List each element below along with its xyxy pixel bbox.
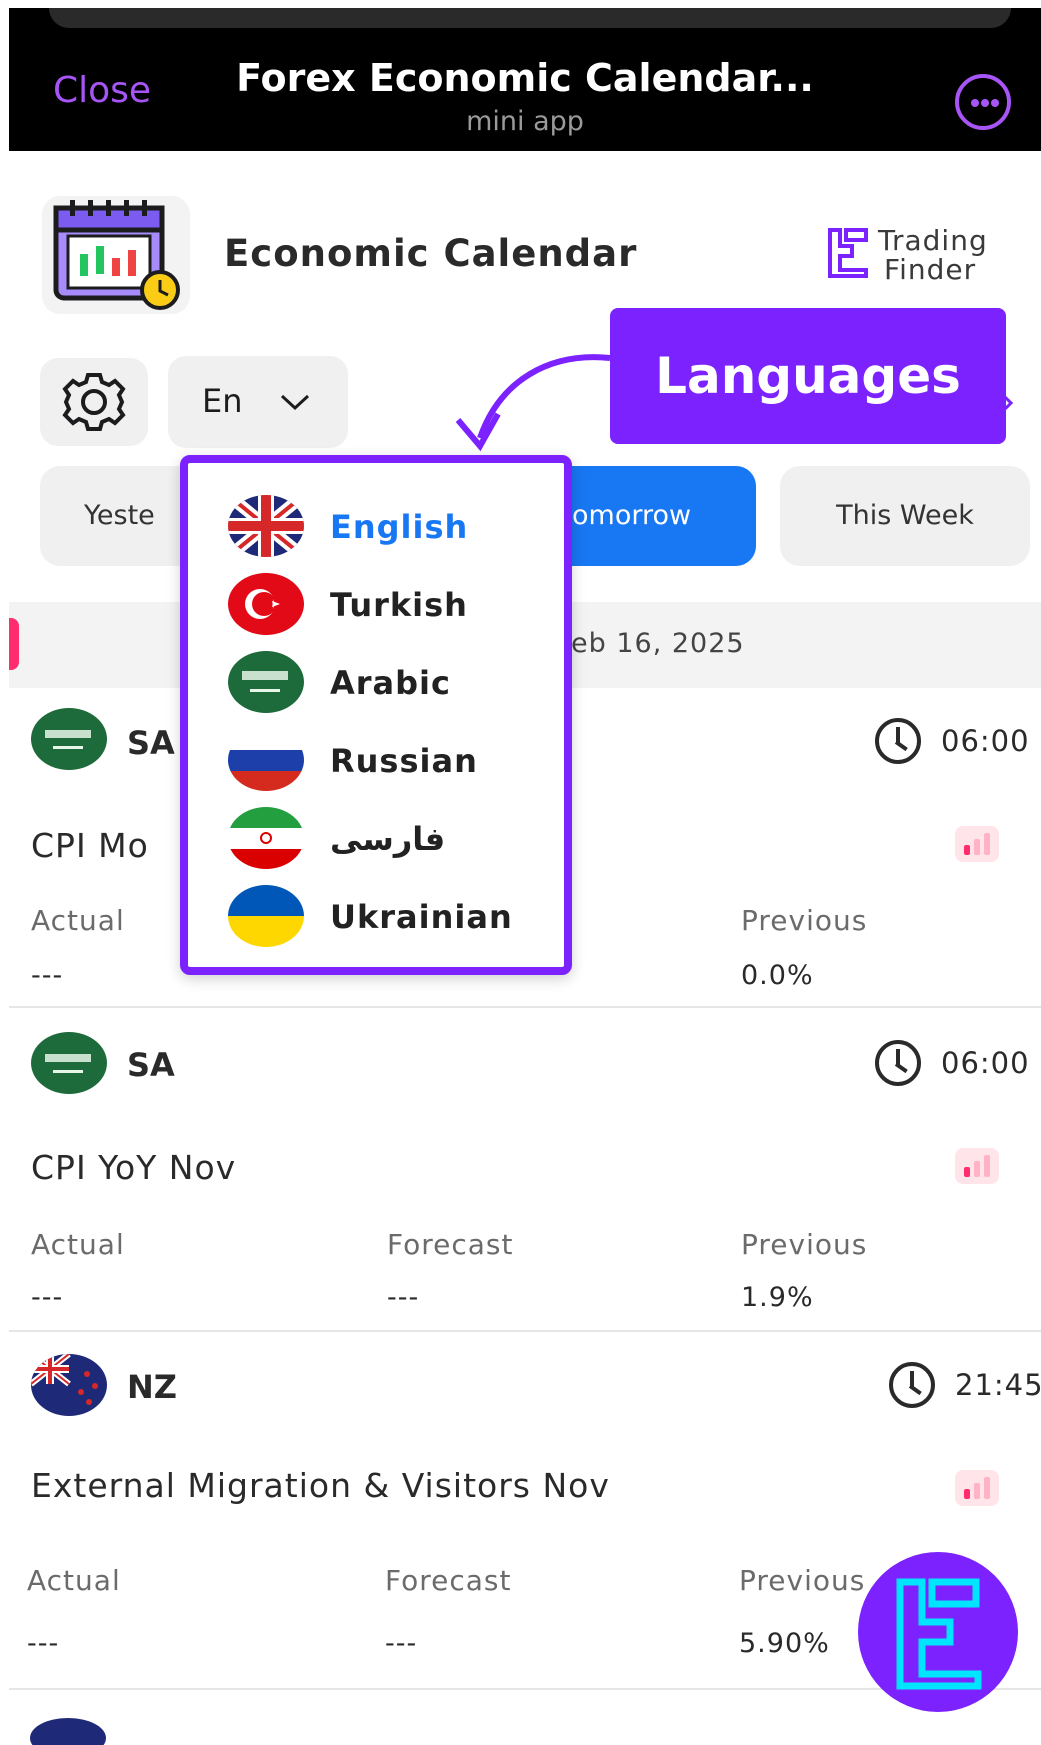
language-label: Russian	[330, 742, 478, 780]
actual-value: ---	[31, 960, 64, 991]
chevron-down-icon	[280, 394, 310, 411]
new-zealand-flag-icon	[31, 1354, 107, 1416]
actual-label: Actual	[31, 904, 125, 937]
mini-app-subtitle: mini app	[466, 106, 584, 137]
drag-handle[interactable]	[49, 8, 1011, 28]
scroll-right-icon[interactable]	[1000, 392, 1014, 414]
event-time: 06:00	[941, 1046, 1030, 1080]
country-code: NZ	[127, 1368, 177, 1406]
impact-icon	[955, 1148, 999, 1184]
languages-callout: Languages	[610, 308, 1006, 444]
impact-icon	[955, 826, 999, 862]
actual-label: Actual	[27, 1564, 121, 1597]
forecast-label: Forecast	[385, 1564, 512, 1597]
trading-finder-logo-icon	[826, 226, 870, 284]
date-label: eb 16, 2025	[571, 628, 745, 659]
forecast-value: ---	[387, 1282, 420, 1313]
previous-value: 0.0%	[741, 960, 814, 991]
event-time: 06:00	[941, 724, 1030, 758]
mini-app-header: Close Forex Economic Calendar... mini ap…	[9, 8, 1041, 151]
russia-flag-icon	[228, 729, 304, 791]
event-name: External Migration & Visitors Nov	[31, 1466, 610, 1505]
iran-flag-icon	[228, 807, 304, 869]
previous-label: Previous	[741, 1228, 868, 1261]
mini-app-title: Forex Economic Calendar...	[236, 56, 814, 100]
language-option-russian[interactable]: Russian	[228, 729, 558, 791]
actual-value: ---	[31, 1282, 64, 1313]
clock-icon	[875, 718, 921, 764]
forecast-label: Forecast	[387, 1228, 514, 1261]
language-label: Arabic	[330, 664, 451, 702]
clock-icon	[875, 1040, 921, 1086]
date-marker	[9, 618, 19, 670]
event-name: CPI YoY Nov	[31, 1148, 237, 1187]
language-selector[interactable]: En	[168, 356, 348, 448]
uk-flag-icon	[228, 495, 304, 557]
language-code: En	[202, 382, 243, 420]
callout-arrow-icon	[455, 354, 611, 452]
previous-label: Previous	[741, 904, 868, 937]
brand-name: Trading Finder	[878, 224, 988, 286]
clock-icon	[889, 1362, 935, 1408]
impact-icon	[955, 1470, 999, 1506]
app-title: Economic Calendar	[224, 232, 638, 275]
actual-label: Actual	[31, 1228, 125, 1261]
trading-finder-logo-icon	[896, 1578, 982, 1690]
country-code: SA	[127, 724, 175, 762]
turkey-flag-icon	[228, 573, 304, 635]
more-dots-icon[interactable]	[955, 74, 1011, 130]
language-option-arabic[interactable]: Arabic	[228, 651, 558, 713]
event-time: 21:45	[955, 1368, 1041, 1402]
saudi-flag-icon	[228, 651, 304, 713]
event-card[interactable]: SA 06:00 CPI YoY Nov Actual Forecast Pre…	[9, 1012, 1041, 1332]
language-dropdown: English Turkish Arabic Russian فارسی Ukr…	[180, 455, 572, 975]
previous-label: Previous	[739, 1564, 866, 1597]
calendar-app-icon	[42, 196, 190, 314]
language-option-ukrainian[interactable]: Ukrainian	[228, 885, 558, 947]
previous-value: 1.9%	[741, 1282, 814, 1313]
language-label: Turkish	[330, 586, 468, 624]
actual-value: ---	[27, 1628, 60, 1659]
tab-this-week[interactable]: This Week	[780, 466, 1030, 566]
trading-finder-fab[interactable]	[858, 1552, 1018, 1712]
language-option-turkish[interactable]: Turkish	[228, 573, 558, 635]
gear-icon	[62, 373, 126, 431]
saudi-flag-icon	[31, 708, 107, 770]
previous-value: 5.90%	[739, 1628, 830, 1659]
ukraine-flag-icon	[228, 885, 304, 947]
forecast-value: ---	[385, 1628, 418, 1659]
new-zealand-flag-icon	[30, 1718, 106, 1745]
language-label: فارسی	[330, 820, 446, 858]
language-option-farsi[interactable]: فارسی	[228, 807, 558, 869]
settings-button[interactable]	[40, 358, 148, 446]
event-name: CPI Mo	[31, 826, 149, 865]
country-code: SA	[127, 1046, 175, 1084]
language-label: English	[330, 508, 469, 546]
language-label: Ukrainian	[330, 898, 513, 936]
language-option-english[interactable]: English	[228, 495, 558, 557]
saudi-flag-icon	[31, 1032, 107, 1094]
